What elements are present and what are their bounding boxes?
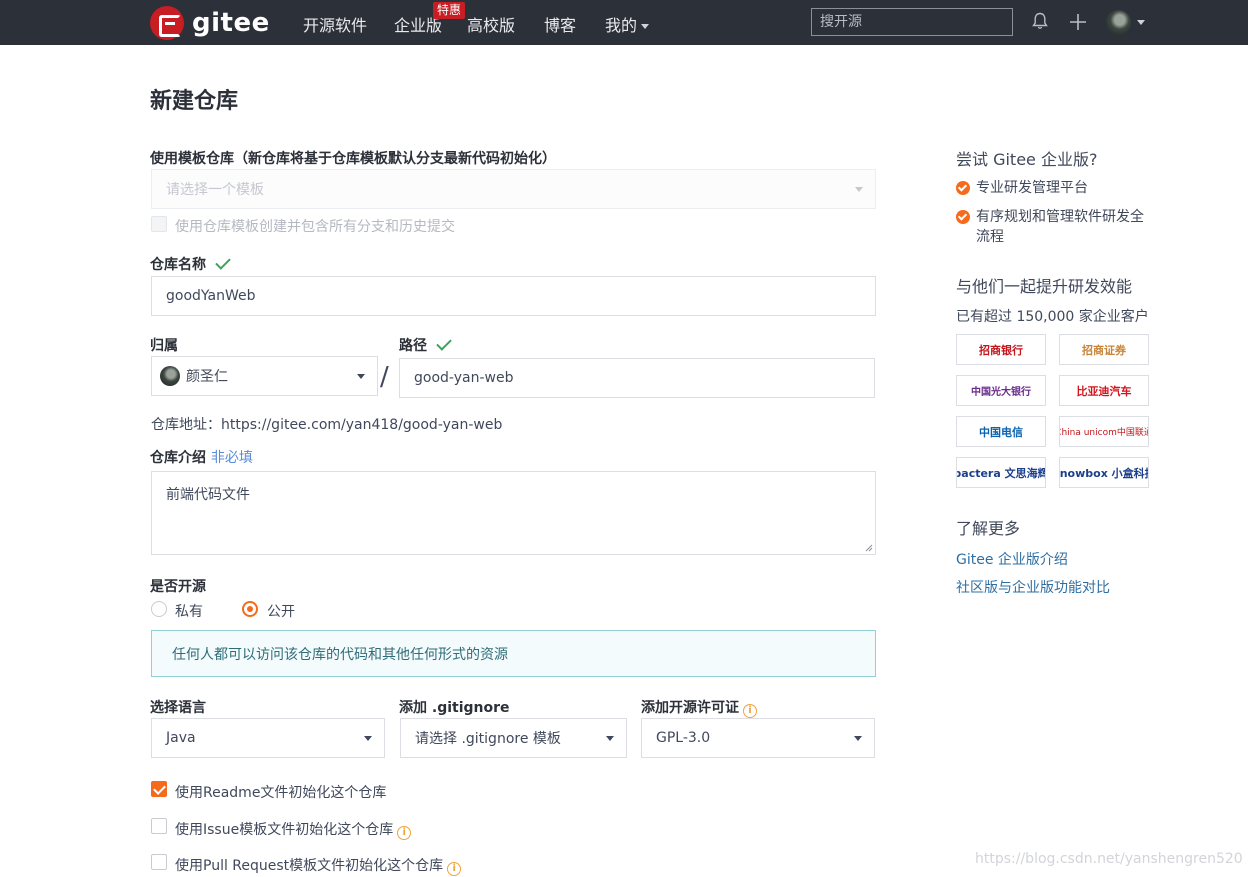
page-title: 新建仓库 bbox=[150, 89, 239, 114]
feature-text: 有序规划和管理软件研发全流程 bbox=[976, 209, 1144, 245]
info-icon[interactable]: i bbox=[397, 826, 412, 840]
intro-label-text: 仓库介绍 bbox=[150, 450, 206, 466]
repo-url-text: 仓库地址：https://gitee.com/yan418/good-yan-w… bbox=[151, 417, 503, 433]
chevron-down-icon bbox=[855, 187, 863, 192]
enterprise-intro-link[interactable]: Gitee 企业版介绍 bbox=[956, 549, 1068, 569]
intro-optional-hint: 非必填 bbox=[210, 450, 253, 466]
pr-template-label-text: 使用Pull Request模板文件初始化这个仓库 bbox=[175, 858, 444, 874]
info-icon[interactable]: i bbox=[447, 862, 462, 876]
check-icon bbox=[436, 335, 452, 351]
visibility-label: 是否开源 bbox=[150, 579, 206, 595]
chevron-down-icon[interactable] bbox=[1137, 20, 1145, 25]
ceb-bank-logo: 中国光大银行 bbox=[956, 375, 1046, 406]
language-value: Java bbox=[166, 730, 196, 746]
issue-template-label-text: 使用Issue模板文件初始化这个仓库 bbox=[175, 822, 394, 838]
repo-name-label: 仓库名称 bbox=[150, 254, 231, 274]
path-label: 路径 bbox=[399, 335, 452, 355]
nav-education[interactable]: 高校版 bbox=[467, 12, 515, 36]
path-input[interactable]: good-yan-web bbox=[399, 358, 875, 398]
intro-textarea[interactable]: 前端代码文件 bbox=[151, 471, 876, 555]
path-value: good-yan-web bbox=[414, 370, 514, 386]
path-separator: / bbox=[380, 362, 389, 392]
search-input[interactable] bbox=[811, 8, 1013, 36]
owner-select[interactable]: 颜圣仁 bbox=[151, 356, 378, 396]
nav-open-source[interactable]: 开源软件 bbox=[303, 12, 367, 36]
nav-blog[interactable]: 博客 bbox=[544, 12, 576, 36]
learn-more-title: 了解更多 bbox=[956, 519, 1021, 538]
repo-name-value: goodYanWeb bbox=[166, 288, 256, 304]
chevron-down-icon bbox=[357, 374, 365, 379]
language-label: 选择语言 bbox=[150, 700, 206, 716]
intro-value: 前端代码文件 bbox=[166, 487, 250, 503]
owner-label: 归属 bbox=[150, 338, 178, 354]
china-telecom-logo: 中国电信 bbox=[956, 416, 1046, 447]
pr-template-label: 使用Pull Request模板文件初始化这个仓库 i bbox=[175, 855, 462, 876]
visibility-notice-text: 任何人都可以访问该仓库的代码和其他任何形式的资源 bbox=[172, 646, 508, 663]
pactera-logo: pactera 文思海辉 bbox=[956, 457, 1046, 488]
top-navbar: gitee 开源软件 企业版 特惠 高校版 博客 我的 bbox=[0, 0, 1248, 45]
chevron-down-icon bbox=[606, 736, 614, 741]
repo-name-label-text: 仓库名称 bbox=[150, 257, 206, 273]
user-avatar[interactable] bbox=[1106, 10, 1131, 35]
info-icon[interactable]: i bbox=[743, 704, 757, 718]
knowbox-logo: knowbox 小盒科技 bbox=[1059, 457, 1149, 488]
gitignore-label: 添加 .gitignore bbox=[399, 700, 510, 716]
nav-mine[interactable]: 我的 bbox=[605, 12, 650, 36]
nav-mine-label: 我的 bbox=[605, 16, 638, 35]
gitee-logo-icon bbox=[150, 5, 184, 40]
cmb-securities-logo: 招商证券 bbox=[1059, 334, 1149, 365]
intro-label: 仓库介绍 非必填 bbox=[150, 447, 253, 467]
issue-template-label: 使用Issue模板文件初始化这个仓库 i bbox=[175, 819, 412, 840]
enterprise-promo-badge: 特惠 bbox=[433, 2, 466, 19]
private-radio[interactable] bbox=[151, 601, 167, 617]
path-label-text: 路径 bbox=[399, 338, 427, 354]
owner-value: 颜圣仁 bbox=[186, 369, 228, 385]
cmb-bank-logo: 招商银行 bbox=[956, 334, 1046, 365]
public-radio[interactable] bbox=[242, 601, 258, 617]
enterprise-try-title: 尝试 Gitee 企业版? bbox=[956, 150, 1098, 169]
readme-init-label: 使用Readme文件初始化这个仓库 bbox=[175, 785, 387, 801]
include-all-branches-checkbox[interactable] bbox=[151, 216, 167, 232]
edition-compare-link[interactable]: 社区版与企业版功能对比 bbox=[956, 577, 1110, 597]
gitignore-select[interactable]: 请选择 .gitignore 模板 bbox=[400, 718, 627, 758]
chevron-down-icon bbox=[641, 24, 650, 29]
gitee-logo[interactable]: gitee bbox=[150, 5, 270, 40]
customers-count-text: 已有超过 150,000 家企业客户 bbox=[956, 309, 1149, 325]
feature-text: 专业研发管理平台 bbox=[976, 180, 1088, 196]
license-value: GPL-3.0 bbox=[656, 730, 711, 746]
efficiency-title: 与他们一起提升研发效能 bbox=[956, 277, 1133, 296]
repo-name-input[interactable]: goodYanWeb bbox=[151, 276, 876, 316]
include-all-branches-label: 使用仓库模板创建并包含所有分支和历史提交 bbox=[175, 219, 455, 235]
template-select[interactable]: 请选择一个模板 bbox=[151, 169, 876, 209]
public-label: 公开 bbox=[267, 604, 295, 620]
license-label-text: 添加开源许可证 bbox=[641, 700, 739, 716]
private-label: 私有 bbox=[175, 604, 203, 620]
check-icon bbox=[215, 254, 231, 270]
issue-template-checkbox[interactable] bbox=[151, 818, 167, 834]
license-label: 添加开源许可证 i bbox=[641, 697, 757, 718]
language-select[interactable]: Java bbox=[151, 718, 385, 758]
chevron-down-icon bbox=[854, 736, 862, 741]
pr-template-checkbox[interactable] bbox=[151, 854, 167, 870]
owner-avatar bbox=[160, 366, 180, 386]
plus-icon[interactable] bbox=[1069, 13, 1087, 31]
template-placeholder: 请选择一个模板 bbox=[166, 182, 264, 198]
check-circle-icon bbox=[956, 181, 970, 195]
template-label: 使用模板仓库（新仓库将基于仓库模板默认分支最新代码初始化） bbox=[150, 151, 556, 167]
license-select[interactable]: GPL-3.0 bbox=[641, 718, 875, 758]
resize-handle-icon[interactable] bbox=[865, 544, 873, 552]
byd-logo: 比亚迪汽车 bbox=[1059, 375, 1149, 406]
china-unicom-logo: China unicom中国联通 bbox=[1059, 416, 1149, 447]
gitignore-value: 请选择 .gitignore 模板 bbox=[415, 731, 561, 747]
logo-text: gitee bbox=[192, 7, 270, 38]
visibility-notice: 任何人都可以访问该仓库的代码和其他任何形式的资源 bbox=[151, 630, 876, 677]
chevron-down-icon bbox=[364, 736, 372, 741]
check-circle-icon bbox=[956, 210, 970, 224]
readme-init-checkbox[interactable] bbox=[151, 781, 167, 797]
watermark: https://blog.csdn.net/yanshengren520 bbox=[975, 851, 1243, 867]
bell-icon[interactable] bbox=[1032, 12, 1048, 30]
